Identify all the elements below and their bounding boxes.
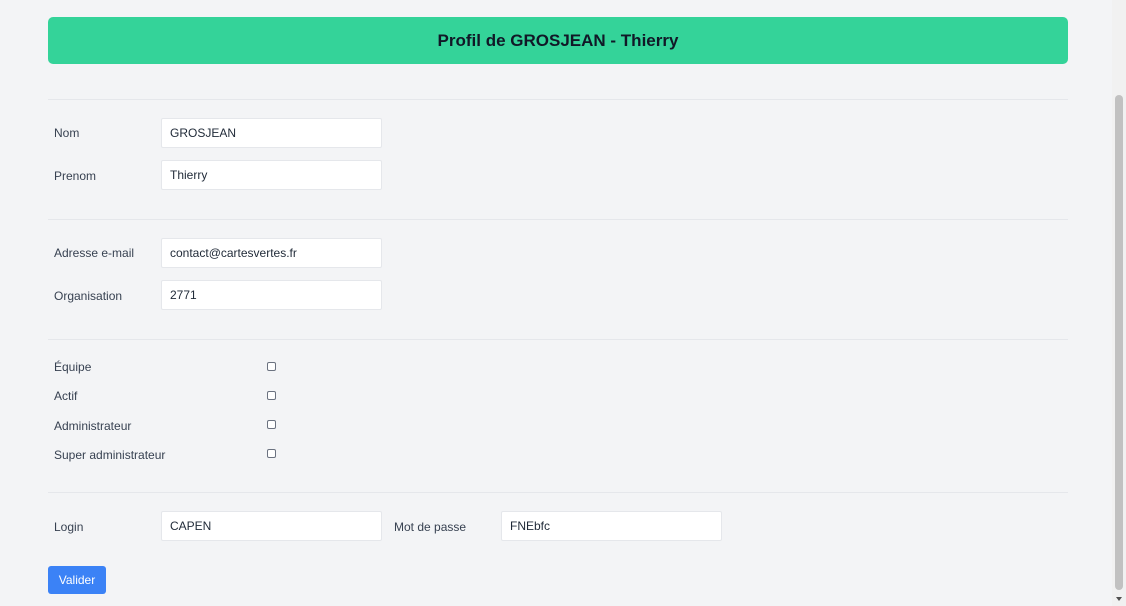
nom-label: Nom [54, 126, 80, 140]
login-field[interactable] [161, 511, 382, 541]
organisation-label: Organisation [54, 289, 123, 303]
divider [48, 99, 1068, 100]
organisation-field[interactable] [161, 280, 382, 310]
password-field[interactable] [501, 511, 722, 541]
profile-page: Profil de GROSJEAN - Thierry Nom Prenom … [0, 0, 1112, 606]
super-administrateur-checkbox[interactable] [267, 449, 276, 458]
email-label: Adresse e-mail [54, 246, 135, 260]
prenom-label: Prenom [54, 169, 97, 183]
scrollbar-thumb[interactable] [1115, 95, 1123, 590]
administrateur-label: Administrateur [54, 419, 132, 433]
equipe-checkbox[interactable] [267, 362, 276, 371]
divider [48, 492, 1068, 493]
page-title: Profil de GROSJEAN - Thierry [48, 17, 1068, 64]
actif-label: Actif [54, 389, 78, 403]
email-field[interactable] [161, 238, 382, 268]
super-administrateur-label: Super administrateur [54, 448, 166, 462]
page-title-text: Profil de GROSJEAN - Thierry [437, 30, 679, 50]
nom-field[interactable] [161, 118, 382, 148]
valider-button[interactable]: Valider [48, 566, 106, 594]
equipe-label: Équipe [54, 360, 92, 374]
login-label: Login [54, 520, 84, 534]
password-label: Mot de passe [394, 520, 467, 534]
scrollbar[interactable] [1112, 0, 1126, 606]
administrateur-checkbox[interactable] [267, 420, 276, 429]
scroll-down-arrow-icon[interactable] [1116, 597, 1122, 601]
divider [48, 219, 1068, 220]
actif-checkbox[interactable] [267, 391, 276, 400]
divider [48, 339, 1068, 340]
prenom-field[interactable] [161, 160, 382, 190]
